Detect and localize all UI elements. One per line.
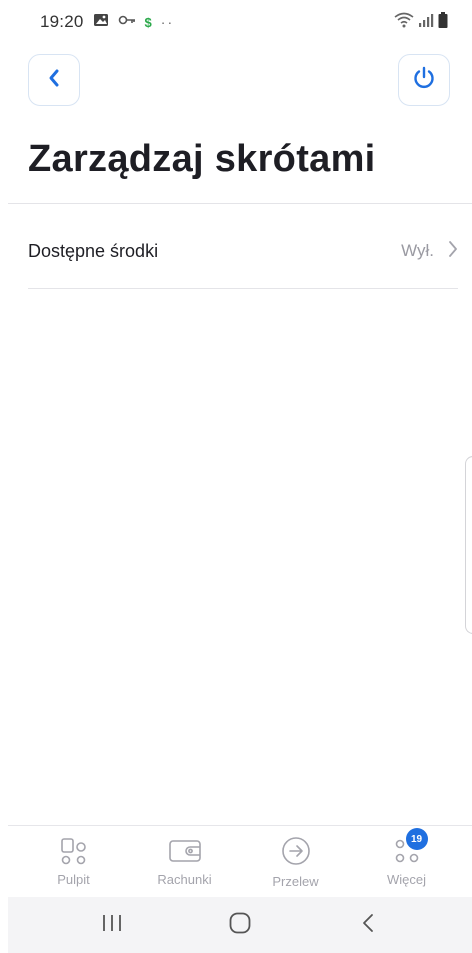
nav-item-pulpit[interactable]: Pulpit: [24, 836, 124, 897]
dashboard-icon: [57, 836, 91, 866]
wallet-icon: [168, 836, 202, 866]
status-bar: 19:20 $ ··: [8, 0, 472, 44]
nav-label-rachunki: Rachunki: [157, 872, 212, 887]
nav-item-wiecej[interactable]: 19 Więcej: [357, 828, 457, 897]
back-button[interactable]: [28, 54, 80, 106]
key-icon: [118, 13, 136, 31]
transfer-icon: [279, 836, 313, 866]
more-dots-icon: ··: [160, 14, 175, 30]
divider: [8, 203, 472, 204]
back-icon: [361, 912, 375, 939]
app-screen: 19:20 $ ·· Zarządzaj skrótami Dostępne ś…: [8, 0, 472, 953]
signal-icon: [418, 13, 434, 32]
nav-label-pulpit: Pulpit: [57, 872, 90, 887]
recents-icon: [101, 913, 123, 938]
status-time: 19:20: [40, 12, 84, 31]
image-icon: [93, 13, 109, 32]
nav-label-wiecej: Więcej: [386, 872, 426, 887]
status-bar-left: 19:20 $ ··: [40, 12, 174, 32]
wifi-icon: [394, 12, 414, 33]
page-title: Zarządzaj skrótami: [28, 138, 376, 180]
notification-badge: 19: [405, 828, 428, 850]
nav-item-przelew[interactable]: Przelew: [246, 836, 346, 897]
system-back-button[interactable]: [338, 905, 398, 945]
battery-icon: [438, 11, 448, 33]
chevron-left-icon: [47, 68, 61, 93]
edge-panel-handle[interactable]: [465, 456, 472, 634]
chevron-right-icon: [448, 240, 458, 263]
shortcut-row-label: Dostępne środki: [28, 240, 159, 261]
status-bar-right: [394, 11, 448, 33]
shortcut-row-value: Wył.: [401, 241, 434, 260]
more-icon: 19: [390, 828, 428, 866]
recents-button[interactable]: [82, 905, 142, 945]
nav-label-przelew: Przelew: [272, 874, 319, 889]
shortcut-row-right: Wył.: [401, 240, 458, 263]
nav-item-rachunki[interactable]: Rachunki: [135, 836, 235, 897]
home-icon: [228, 911, 252, 940]
bottom-nav: Pulpit Rachunki Przelew 19 Więcej: [8, 825, 472, 897]
logout-button[interactable]: [398, 54, 450, 106]
shortcut-row-available-funds[interactable]: Dostępne środki Wył.: [28, 214, 458, 289]
dollar-icon: $: [144, 14, 152, 30]
system-nav-bar: [8, 897, 472, 953]
home-button[interactable]: [210, 905, 270, 945]
power-icon: [411, 65, 437, 96]
